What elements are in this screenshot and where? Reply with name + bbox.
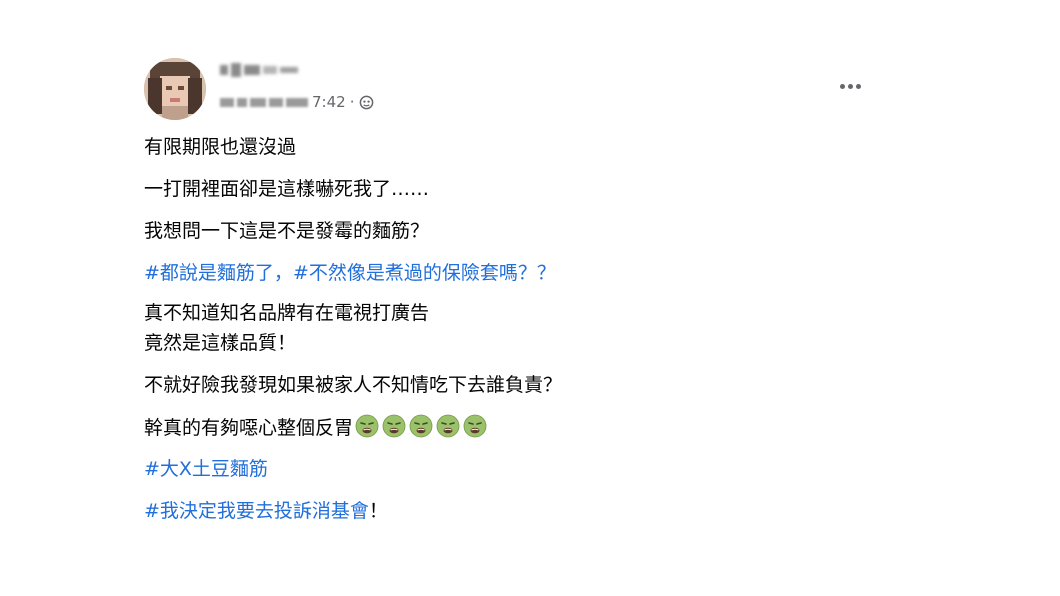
hashtag-link[interactable]: #不然像是煮過的保險套嗎 <box>293 262 518 284</box>
post-line: 幹真的有夠噁心整個反胃 <box>144 414 487 441</box>
hashtag-link[interactable]: #我決定我要去投訴消基會 <box>144 500 369 522</box>
author-name-blurred[interactable] <box>220 60 298 80</box>
post-line: 我想問一下這是不是發霉的麵筋？ <box>144 220 430 242</box>
post-line: 真不知道知名品牌有在電視打廣告 <box>144 302 430 324</box>
post-line: 不就好險我發現如果被家人不知情吃下去誰負責？ <box>144 374 563 396</box>
post-line: #我決定我要去投訴消基會！ <box>144 498 388 524</box>
post-line: 有限期限也還沒過 <box>144 136 297 158</box>
nauseated-face-icon <box>463 414 487 438</box>
post-text: 幹真的有夠噁心整個反胃 <box>144 417 354 439</box>
nauseated-face-icon <box>409 414 433 438</box>
post-date-blurred[interactable] <box>220 97 308 107</box>
post-line: #都說是麵筋了，#不然像是煮過的保險套嗎？？ <box>144 260 556 286</box>
post-time[interactable]: 7:42 <box>312 93 346 111</box>
more-options-icon <box>839 83 845 89</box>
post-text: ！ <box>368 500 388 522</box>
nauseated-face-icon <box>382 414 406 438</box>
post-meta: 7:42 · <box>220 91 374 113</box>
hashtag-link[interactable]: #大X土豆麵筋 <box>144 458 268 480</box>
emoji-group <box>355 414 487 438</box>
post-text: ？？ <box>517 262 556 284</box>
more-options-button[interactable] <box>832 74 868 98</box>
nauseated-face-icon <box>436 414 460 438</box>
meta-separator: · <box>349 93 355 111</box>
hashtag-link[interactable]: #都說是麵筋了， <box>144 262 293 284</box>
nauseated-face-icon <box>355 414 379 438</box>
post-line: 一打開裡面卻是這樣嚇死我了…… <box>144 178 430 200</box>
public-globe-icon <box>360 95 374 109</box>
post-line: #大X土豆麵筋 <box>144 456 268 482</box>
facebook-post: 7:42 · 有限期限也還沒過 一打開裡面卻是這樣嚇死我了…… 我想問一下這是不… <box>0 0 1060 596</box>
author-avatar[interactable] <box>144 58 206 120</box>
post-line: 竟然是這樣品質！ <box>144 332 297 354</box>
